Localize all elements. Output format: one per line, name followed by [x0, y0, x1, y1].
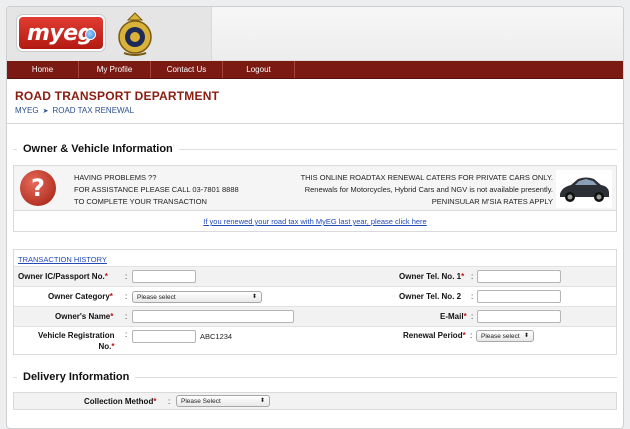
nav-contact-us[interactable]: Contact Us: [151, 61, 223, 78]
logo-swirl-icon: [85, 29, 96, 40]
tel2-label: Owner Tel. No. 2: [399, 292, 462, 301]
ic-label: Owner IC/Passport No.*: [18, 272, 108, 281]
breadcrumb-road-tax-renewal[interactable]: ROAD TAX RENEWAL: [52, 106, 134, 115]
vehicle-reg-input[interactable]: [132, 330, 196, 343]
divider: [7, 123, 623, 124]
form-row-name-email: Owner's Name* : E-Mail* :: [14, 306, 616, 326]
tel1-label: Owner Tel. No. 1*: [399, 272, 465, 281]
name-label: Owner's Name*: [55, 312, 114, 321]
tel2-input[interactable]: [477, 290, 561, 303]
owner-name-input[interactable]: [132, 310, 294, 323]
page: myeg Home My Profile Contact Us Logout R…: [6, 6, 624, 429]
email-input[interactable]: [477, 310, 561, 323]
notice-scope-text: THIS ONLINE ROADTAX RENEWAL CATERS FOR P…: [301, 172, 553, 208]
main-nav: Home My Profile Contact Us Logout: [7, 61, 623, 79]
form-row-ic-tel1: Owner IC/Passport No.* : Owner Tel. No. …: [14, 266, 616, 286]
nav-logout[interactable]: Logout: [223, 61, 295, 78]
jpj-crest-icon: [118, 12, 152, 56]
owner-form: TRANSACTION HISTORY Owner IC/Passport No…: [13, 249, 617, 355]
select-caret-icon: ⬍: [259, 398, 265, 404]
form-row-category-tel2: Owner Category* : Please select ⬍ Owner T…: [14, 286, 616, 306]
vehicle-reg-label: Vehicle Registration No.*: [38, 331, 115, 351]
question-icon: ?: [20, 170, 56, 206]
colon: :: [471, 312, 474, 321]
notice-help-line: HAVING PROBLEMS ??: [74, 173, 157, 182]
form-row-vehicle-period: Vehicle Registration No.* : ABC1234 Renew…: [14, 326, 616, 354]
colon: :: [125, 272, 128, 281]
myeg-logo[interactable]: myeg: [17, 15, 105, 51]
renewal-period-label: Renewal Period*: [403, 331, 466, 340]
tel1-input[interactable]: [477, 270, 561, 283]
notice-help-line: FOR ASSISTANCE PLEASE CALL 03-7801 8888: [74, 185, 239, 194]
colon: :: [471, 292, 474, 301]
breadcrumb-arrow-icon: ➤: [42, 107, 49, 115]
ic-passport-input[interactable]: [132, 270, 196, 283]
colon: :: [168, 397, 171, 406]
notice-help-text: HAVING PROBLEMS ?? FOR ASSISTANCE PLEASE…: [74, 172, 239, 208]
delivery-section-title: Delivery Information: [23, 371, 130, 383]
owner-category-select[interactable]: Please select ⬍: [132, 290, 262, 303]
notice-scope-line: Renewals for Motorcycles, Hybrid Cars an…: [304, 185, 553, 194]
logo-area: myeg: [7, 7, 212, 61]
delivery-section-header: Delivery Information: [13, 371, 617, 383]
notice-help-line: TO COMPLETE YOUR TRANSACTION: [74, 197, 207, 206]
owner-section-header: Owner & Vehicle Information: [13, 143, 617, 155]
email-label: E-Mail*: [440, 312, 467, 321]
department-header: ROAD TRANSPORT DEPARTMENT MYEG ➤ ROAD TA…: [7, 79, 623, 115]
breadcrumb-myeg[interactable]: MYEG: [15, 106, 39, 115]
colon: :: [470, 331, 473, 340]
category-label: Owner Category*: [48, 292, 113, 301]
select-caret-icon: ⬍: [523, 333, 529, 339]
renew-last-year-link[interactable]: If you renewed your road tax with MyEG l…: [13, 211, 617, 232]
transaction-history-link[interactable]: TRANSACTION HISTORY: [14, 250, 616, 266]
select-caret-icon: ⬍: [251, 293, 257, 300]
collection-method-row: Collection Method* : Please Select ⬍: [13, 392, 617, 410]
breadcrumb: MYEG ➤ ROAD TAX RENEWAL: [15, 106, 623, 115]
notice-scope-line: THIS ONLINE ROADTAX RENEWAL CATERS FOR P…: [300, 173, 553, 182]
colon: :: [471, 272, 474, 281]
nav-home[interactable]: Home: [7, 61, 79, 78]
notice-scope-line: PENINSULAR M'SIA RATES APPLY: [431, 197, 553, 206]
vehicle-reg-value: ABC1234: [200, 332, 233, 341]
collection-method-label: Collection Method*: [84, 397, 157, 406]
page-title: ROAD TRANSPORT DEPARTMENT: [15, 89, 220, 103]
logo-text: myeg: [27, 20, 93, 46]
help-notice: ? HAVING PROBLEMS ?? FOR ASSISTANCE PLEA…: [13, 165, 617, 211]
nav-my-profile[interactable]: My Profile: [79, 61, 151, 78]
colon: :: [125, 330, 128, 339]
header: myeg: [7, 7, 623, 61]
owner-section-title: Owner & Vehicle Information: [23, 143, 173, 155]
main-content: Owner & Vehicle Information ? HAVING PRO…: [13, 131, 617, 410]
car-icon: [556, 170, 612, 208]
collection-method-select[interactable]: Please Select ⬍: [176, 395, 270, 407]
colon: :: [125, 312, 128, 321]
renewal-period-select[interactable]: Please select ⬍: [476, 330, 534, 342]
colon: :: [125, 292, 128, 301]
